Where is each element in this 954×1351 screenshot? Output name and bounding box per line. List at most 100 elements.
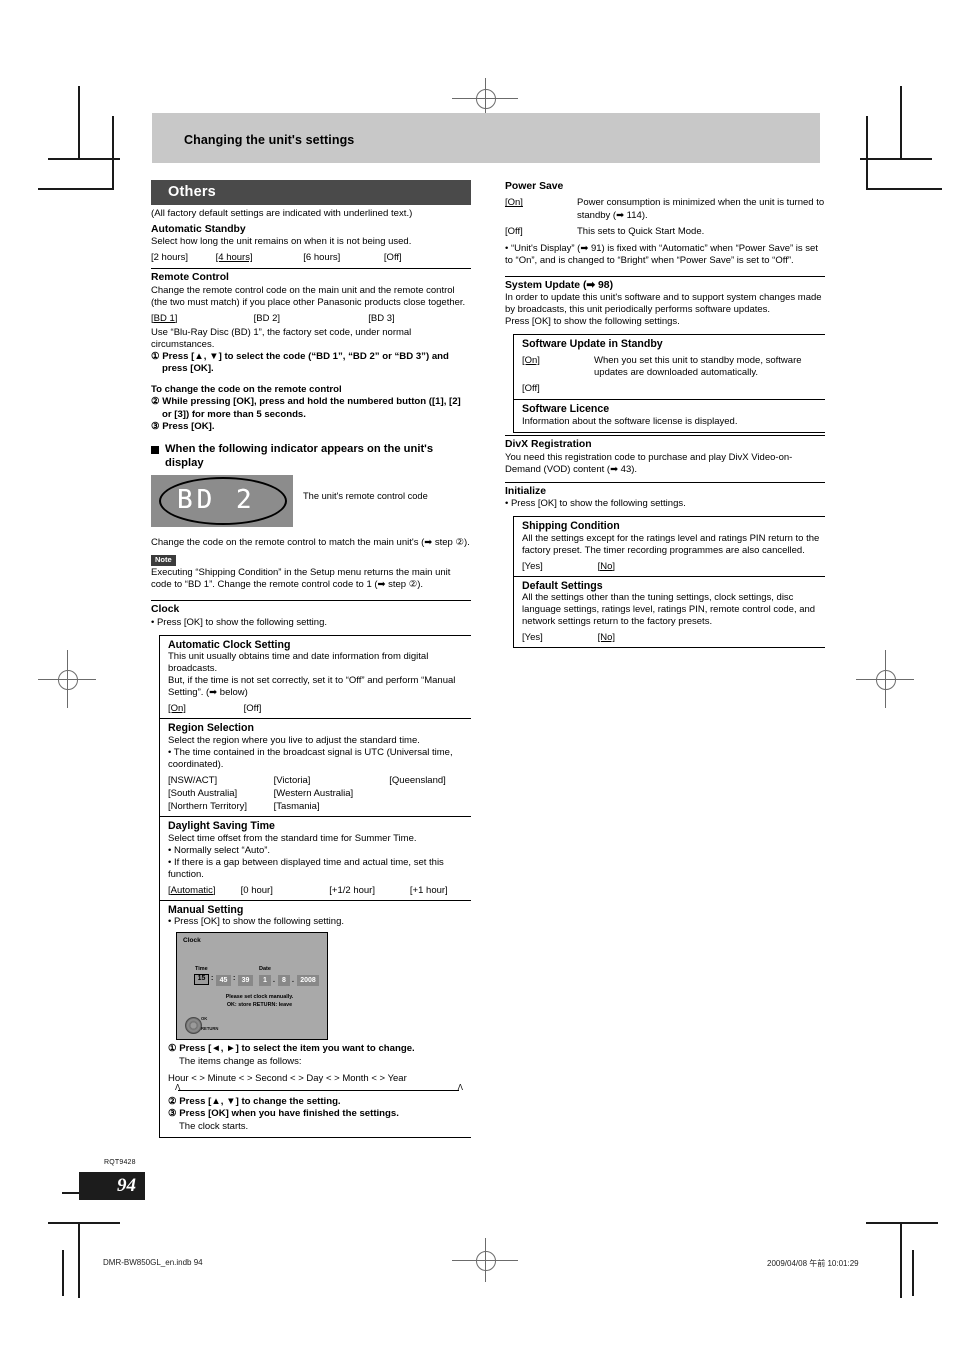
option-description-row: [On] When you set this unit to standby m… — [522, 355, 825, 379]
option-row: [Yes] [No] — [522, 561, 825, 572]
option-row: [On] [Off] — [168, 703, 471, 714]
osd-month-field[interactable]: 8 — [278, 975, 290, 987]
option-6-hours[interactable]: [6 hours] — [303, 252, 381, 263]
factory-default-note: (All factory default settings are indica… — [151, 208, 413, 219]
option-tasmania[interactable]: [Tasmania] — [274, 801, 320, 812]
setting-description: • Press [OK] to show the following setti… — [505, 498, 686, 510]
crop-mark-tl-h1 — [48, 158, 120, 160]
setting-title: Region Selection — [168, 722, 254, 735]
step-3: ③ Press [OK] when you have finished the … — [168, 1108, 399, 1120]
setting-title: DivX Registration — [505, 439, 592, 451]
option-off[interactable]: [Off] — [244, 703, 262, 714]
crop-mark-tl-h2 — [38, 188, 114, 190]
setting-description-line1: This unit usually obtains time and date … — [168, 651, 429, 675]
option-south-australia[interactable]: [South Australia] — [168, 788, 271, 799]
setting-description-line2: Press [OK] to show the following setting… — [505, 316, 680, 328]
document-code: RQT9428 — [104, 1159, 136, 1166]
option-victoria[interactable]: [Victoria] — [274, 775, 387, 786]
option-2-hours[interactable]: [2 hours] — [151, 252, 213, 263]
step-1-sub: The items change as follows: — [179, 1055, 302, 1067]
cycle-arrow-icon: < > — [290, 1073, 307, 1084]
option-off[interactable]: [Off] — [384, 252, 402, 263]
crop-mark-bl-v2 — [62, 1250, 64, 1296]
display-caption: The unit's remote control code — [303, 491, 428, 502]
crop-mark-bl-v1 — [78, 1224, 80, 1298]
registration-mark-bottom — [452, 1238, 518, 1282]
option-on-default[interactable]: [On] — [168, 703, 241, 714]
option-row-3: [Northern Territory] [Tasmania] — [168, 801, 471, 812]
option-no-default[interactable]: [No] — [598, 561, 615, 572]
setting-description-line2: But, if the time is not set correctly, s… — [168, 675, 456, 699]
option-row: [Automatic] [0 hour] [+1/2 hour] [+1 hou… — [168, 885, 471, 896]
setting-title: Software Licence — [522, 403, 610, 416]
power-save-note: • “Unit's Display” (➡ 91) is fixed with … — [505, 242, 818, 266]
option-automatic-default[interactable]: [Automatic] — [168, 885, 238, 896]
setting-clock: Clock • Press [OK] to show the following… — [151, 600, 471, 631]
setting-description-line3: • If there is a gap between displayed ti… — [168, 856, 444, 880]
crop-mark-tr-v2 — [866, 116, 868, 190]
setting-remote-control: Remote Control Change the remote control… — [151, 268, 471, 594]
left-column: Others (All factory default settings are… — [151, 180, 471, 1139]
option-on-description: Power consumption is minimized when the … — [577, 197, 825, 221]
option-row: [Yes] [No] — [522, 632, 825, 643]
option-row: [BD 1] [BD 2] [BD 3] — [151, 313, 471, 324]
option-yes[interactable]: [Yes] — [522, 561, 595, 572]
step-3: ③ Press [OK]. — [151, 421, 215, 433]
option-4-hours-default[interactable]: [4 hours] — [216, 252, 301, 263]
after-display-text: Change the code on the remote control to… — [151, 537, 470, 549]
cycle-wrap-caret-right: Λ — [457, 1083, 463, 1092]
osd-day-field[interactable]: 1 — [259, 975, 271, 987]
step-1: ① Press [▲, ▼] to select the code (“BD 1… — [151, 350, 449, 375]
cycle-item-minute: Minute — [207, 1073, 237, 1084]
crop-mark-tl-v1 — [78, 86, 80, 160]
cycle-arrow-icon: < > — [325, 1073, 343, 1084]
option-western-australia[interactable]: [Western Australia] — [274, 788, 354, 799]
osd-minute-field[interactable]: 45 — [216, 975, 231, 987]
option-half-hour[interactable]: [+1/2 hour] — [329, 885, 407, 896]
option-yes[interactable]: [Yes] — [522, 632, 595, 643]
option-northern-territory[interactable]: [Northern Territory] — [168, 801, 271, 812]
setting-power-save: Power Save [On] Power consumption is min… — [505, 178, 825, 270]
section-header-others: Others — [151, 180, 471, 205]
setting-description-line1: In order to update this unit's software … — [505, 292, 822, 316]
option-0-hour[interactable]: [0 hour] — [241, 885, 327, 896]
crop-mark-bl-h1 — [48, 1222, 120, 1224]
registration-mark-left — [38, 650, 96, 708]
footer-filename: DMR-BW850GL_en.indb 94 — [103, 1258, 203, 1267]
option-queensland[interactable]: [Queensland] — [389, 775, 446, 786]
setting-description-line1: Select the region where you live to adju… — [168, 735, 420, 747]
setting-title: Daylight Saving Time — [168, 819, 275, 832]
registration-mark-top — [452, 78, 518, 118]
option-off-description — [594, 383, 825, 395]
crop-mark-tr-v1 — [900, 86, 902, 160]
unit-display-illustration: BD 2 The unit's remote control code — [151, 475, 471, 533]
option-bd3[interactable]: [BD 3] — [368, 313, 394, 324]
cycle-item-second: Second — [255, 1073, 288, 1084]
osd-hour-field[interactable]: 15 — [194, 974, 209, 986]
cycle-item-month: Month — [342, 1073, 369, 1084]
heading-indicator-appears: When the following indicator appears on … — [151, 443, 471, 471]
cycle-item-day: Day — [306, 1073, 324, 1084]
osd-dpad-icon — [185, 1017, 202, 1035]
osd-second-field[interactable]: 39 — [238, 975, 253, 987]
osd-date-separator-2: . — [292, 977, 294, 985]
setting-title: Default Settings — [522, 579, 603, 592]
registration-mark-right — [660, 650, 718, 708]
setting-description: All the settings other than the tuning s… — [522, 592, 816, 628]
crop-mark-br-h1 — [866, 1222, 938, 1224]
osd-year-field[interactable]: 2008 — [297, 975, 319, 987]
option-1-hour[interactable]: [+1 hour] — [410, 885, 448, 896]
osd-time-separator-2: : — [233, 975, 236, 983]
setting-description-line2: • The time contained in the broadcast si… — [168, 747, 453, 770]
option-off-description: This sets to Quick Start Mode. — [577, 225, 705, 237]
option-on-default[interactable]: [On] — [505, 197, 577, 221]
setting-automatic-clock-setting: Automatic Clock Setting This unit usuall… — [159, 634, 471, 719]
option-bd2[interactable]: [BD 2] — [254, 313, 366, 324]
note-badge: Note — [151, 555, 176, 566]
option-bd1-default[interactable]: [BD 1] — [151, 313, 251, 324]
option-no-default[interactable]: [No] — [598, 632, 615, 643]
option-on-default[interactable]: [On] — [522, 355, 594, 379]
option-off[interactable]: [Off] — [522, 383, 594, 395]
option-nsw-act[interactable]: [NSW/ACT] — [168, 775, 271, 786]
option-off[interactable]: [Off] — [505, 226, 577, 238]
